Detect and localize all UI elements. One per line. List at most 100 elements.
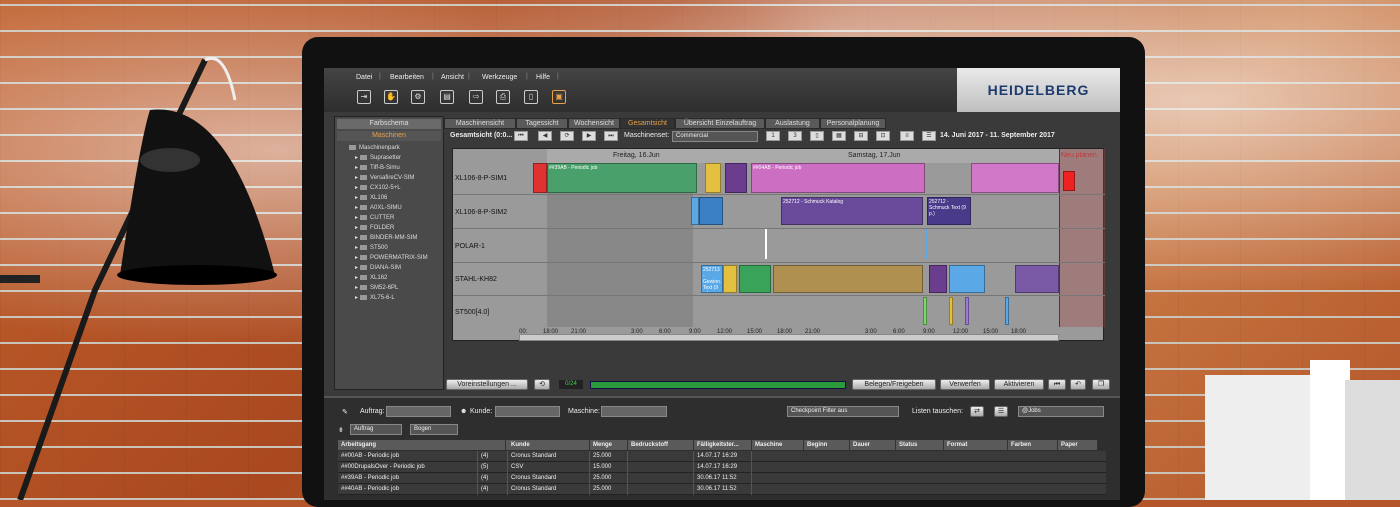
gantt-bar[interactable] (773, 265, 923, 293)
column-header[interactable]: Format (944, 440, 1008, 450)
next-icon[interactable]: ▶ (582, 131, 596, 141)
menu-werkzeuge[interactable]: Werkzeuge (482, 74, 517, 81)
belegen-freigeben-button[interactable]: Belegen/Freigeben (852, 379, 936, 390)
gantt-bar[interactable] (691, 197, 699, 225)
column-header[interactable]: Status (896, 440, 944, 450)
menu-ansicht[interactable]: Ansicht (441, 74, 464, 81)
tab-personalplanung[interactable]: Personalplanung (820, 118, 886, 129)
column-header[interactable]: Menge (590, 440, 628, 450)
gantt-scrollbar[interactable] (519, 334, 1059, 341)
gantt-bar[interactable] (699, 197, 723, 225)
maschinen-header[interactable]: Maschinen (337, 131, 441, 141)
table-row[interactable]: ##00AB - Periodic job (4) Cronus Standar… (338, 451, 1106, 462)
tree-item[interactable]: ▸ DIANA-SIM (347, 263, 443, 273)
tree-item[interactable]: ▸ SM52-6PL (347, 283, 443, 293)
column-header[interactable]: Beginn (804, 440, 850, 450)
table-row[interactable]: ##40AB - Periodic job (4) Cronus Standar… (338, 484, 1106, 495)
tree-item[interactable]: ▸ POWERMATRIX-SIM (347, 253, 443, 263)
auftrag-input[interactable] (386, 406, 451, 417)
tab-maschinensicht[interactable]: Maschinensicht (444, 118, 516, 129)
tree-item[interactable]: ▸ A0XL-SIMU (347, 203, 443, 213)
prev-icon[interactable]: ◀ (538, 131, 552, 141)
tree-item[interactable]: ▸ FOLDER (347, 223, 443, 233)
tree-root[interactable]: Maschinenpark (347, 143, 443, 153)
gantt-bar[interactable] (949, 297, 953, 325)
maschine-input[interactable] (601, 406, 667, 417)
hand-icon[interactable]: ✋ (384, 90, 398, 104)
column-header[interactable]: Arbeitsgang (338, 440, 506, 450)
gantt-bar[interactable] (929, 265, 947, 293)
undo-icon[interactable]: ↶ (1070, 379, 1086, 390)
gantt-bar[interactable] (723, 265, 737, 293)
column-header[interactable]: Fälligkeitster... (694, 440, 752, 450)
print-icon[interactable]: ⎙ (496, 90, 510, 104)
first-icon[interactable]: ⏮ (514, 131, 528, 141)
grid-icon[interactable]: ▦ (832, 131, 846, 141)
gantt-bar[interactable] (949, 265, 985, 293)
machine-icon[interactable]: ▤ (440, 90, 454, 104)
marker-icon[interactable]: ⊡ (876, 131, 890, 141)
gantt-bar[interactable]: 252712 - Schmuck Katalog (781, 197, 923, 225)
menu-hilfe[interactable]: Hilfe (536, 74, 550, 81)
import-icon[interactable]: ⇥ (357, 90, 371, 104)
menu-bearbeiten[interactable]: Bearbeiten (390, 74, 424, 81)
gantt-bar[interactable] (533, 163, 547, 193)
column-header[interactable]: Dauer (850, 440, 896, 450)
settings-icon[interactable]: ⚙ (411, 90, 425, 104)
jobs-select[interactable]: @Jobs (1018, 406, 1104, 417)
gantt-bar[interactable] (1005, 297, 1009, 325)
refresh-icon[interactable]: ⟳ (560, 131, 574, 141)
column-header[interactable]: Bedruckstoff (628, 440, 694, 450)
tree-item[interactable]: ▸ XL162 (347, 273, 443, 283)
three-button[interactable]: 3 (788, 131, 802, 141)
tab-wochensicht[interactable]: Wochensicht (568, 118, 620, 129)
tab-tagessicht[interactable]: Tagessicht (516, 118, 568, 129)
gantt-bar[interactable]: ##39AB - Periodic job (547, 163, 697, 193)
gantt-bar[interactable] (1015, 265, 1059, 293)
maschinenset-select[interactable]: Commercial (672, 131, 758, 142)
group-auftrag-select[interactable]: Auftrag (350, 424, 402, 435)
swap-icon[interactable]: ⇄ (970, 406, 984, 417)
tab-uebersicht-einzelauftrag[interactable]: Übersicht Einzelauftrag (675, 118, 765, 129)
tree-item[interactable]: ▸ Suprasetter (347, 153, 443, 163)
tree-item[interactable]: ▸ ST500 (347, 243, 443, 253)
gantt-bar[interactable] (1063, 171, 1075, 191)
table-row[interactable]: ##39AB - Periodic job (4) Cronus Standar… (338, 473, 1106, 484)
menu-datei[interactable]: Datei (356, 74, 372, 81)
gantt-bar[interactable] (725, 163, 747, 193)
aktivieren-button[interactable]: Aktivieren (994, 379, 1044, 390)
tree-item[interactable]: ▸ CX102-5+L (347, 183, 443, 193)
kunde-input[interactable] (495, 406, 560, 417)
table-row[interactable]: ##00DrupalsOver - Periodic job (5) CSV 1… (338, 462, 1106, 473)
tree-item[interactable]: ▸ VersafireCV-SIM (347, 173, 443, 183)
tab-auslastung[interactable]: Auslastung (765, 118, 820, 129)
column-header[interactable]: Farben (1008, 440, 1058, 450)
page-icon[interactable]: ▯ (810, 131, 824, 141)
group-bogen-select[interactable]: Bogen (410, 424, 458, 435)
gantt-bar[interactable] (971, 163, 1059, 193)
gantt-bar[interactable] (739, 265, 771, 293)
farbschema-header[interactable]: Farbschema (337, 119, 441, 129)
gantt-bar[interactable] (765, 229, 767, 259)
document-icon[interactable]: ▯ (524, 90, 538, 104)
gantt-bar[interactable] (965, 297, 969, 325)
gantt-bar[interactable] (923, 297, 927, 325)
sync-icon[interactable]: ⟲ (534, 379, 550, 390)
skip-icon[interactable]: ⏮ (1048, 379, 1066, 390)
tree-item[interactable]: ▸ XL106 (347, 193, 443, 203)
export-icon[interactable]: ⇨ (469, 90, 483, 104)
gantt-bar[interactable]: ##04AB - Periodic job (751, 163, 925, 193)
verwerfen-button[interactable]: Verwerfen (940, 379, 990, 390)
tree-item[interactable]: ▸ Tiff-B-Simu (347, 163, 443, 173)
column-header[interactable]: Paper (1058, 440, 1098, 450)
list-icon[interactable]: ≡ (900, 131, 914, 141)
tree-item[interactable]: ▸ CUTTER (347, 213, 443, 223)
copy-icon[interactable]: ❐ (1092, 379, 1110, 390)
filter-icon[interactable]: ✎ (342, 408, 348, 416)
list-swap-icon[interactable]: ☰ (994, 406, 1008, 417)
tree-item[interactable]: ▸ BINDER-MM-SIM (347, 233, 443, 243)
column-header[interactable]: Kunde (508, 440, 590, 450)
tab-gesamtsicht[interactable]: Gesamtsicht (620, 118, 675, 129)
bars-icon[interactable]: ☰ (922, 131, 936, 141)
voreinstellungen-button[interactable]: Voreinstellungen ... (446, 379, 528, 390)
